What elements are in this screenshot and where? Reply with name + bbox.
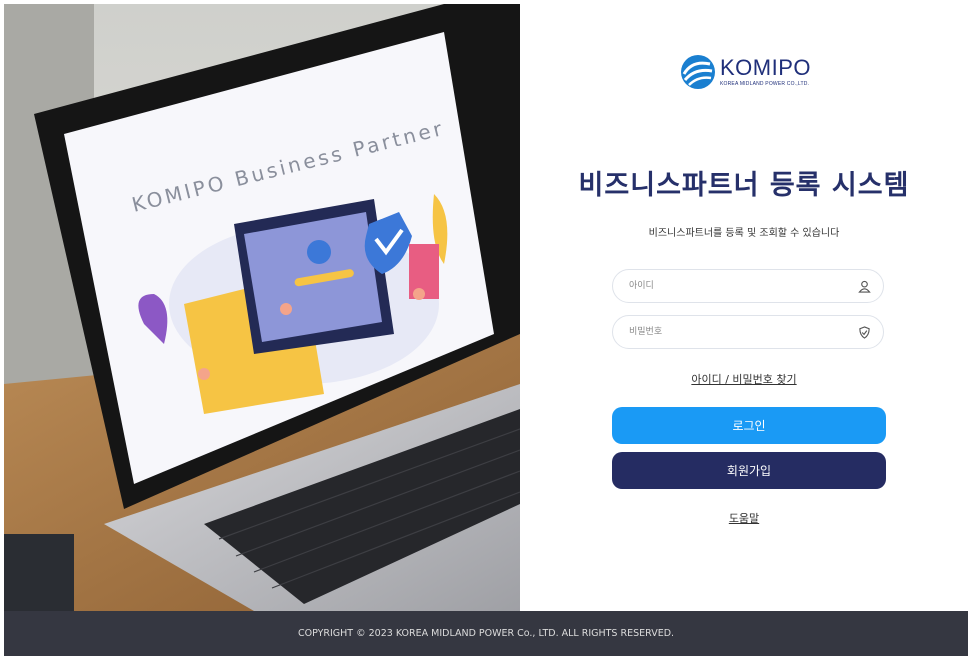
brand-name: KOMIPO (720, 55, 812, 80)
page-subtitle: 비즈니스파트너를 등록 및 조회할 수 있습니다 (648, 228, 840, 239)
id-input[interactable] (627, 280, 857, 292)
brand-subtitle: KOREA MIDLAND POWER CO.,LTD. (720, 81, 810, 87)
password-field[interactable] (612, 315, 884, 349)
find-id-password-link[interactable]: 아이디 / 비밀번호 찾기 (691, 373, 796, 386)
copyright-text: COPYRIGHT © 2023 KOREA MIDLAND POWER Co.… (297, 628, 675, 639)
password-input[interactable] (627, 326, 857, 338)
footer: COPYRIGHT © 2023 KOREA MIDLAND POWER Co.… (4, 611, 968, 656)
login-panel: KOMIPO KOREA MIDLAND POWER CO.,LTD. 비즈니스… (520, 0, 968, 611)
help-row: 도움말 (520, 510, 968, 526)
laptop-illustration: KOMIPO Business Partner (4, 4, 520, 611)
id-field[interactable] (612, 269, 884, 303)
shield-check-icon (857, 325, 871, 339)
find-account-row: 아이디 / 비밀번호 찾기 (520, 371, 968, 387)
komipo-swirl-logo-icon (681, 55, 715, 89)
help-link[interactable]: 도움말 (729, 512, 759, 525)
signup-button[interactable]: 회원가입 (612, 452, 886, 489)
page-title: 비즈니스파트너 등록 시스템 (578, 170, 910, 201)
hero-image: KOMIPO Business Partner (4, 4, 520, 611)
user-icon (857, 279, 871, 293)
login-button[interactable]: 로그인 (612, 407, 886, 444)
komipo-logo[interactable]: KOMIPO KOREA MIDLAND POWER CO.,LTD. (680, 54, 811, 90)
